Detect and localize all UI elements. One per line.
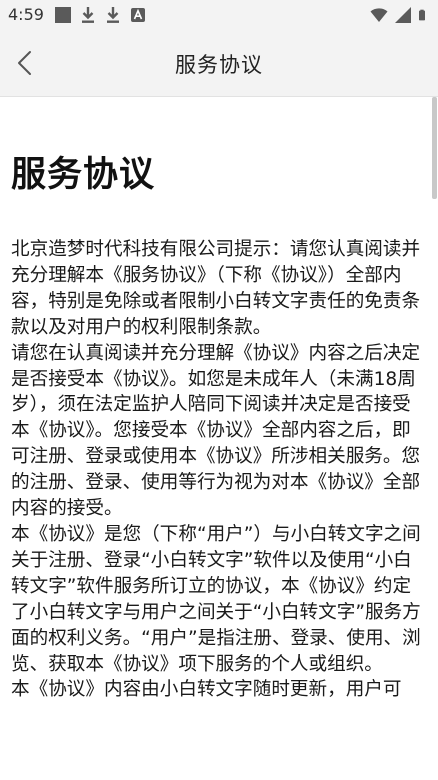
nav-bar: 服务协议 — [0, 30, 438, 97]
download-icon — [82, 7, 94, 23]
signal-icon — [395, 7, 411, 23]
stop-square-icon — [55, 7, 71, 23]
page-title: 服务协议 — [175, 53, 263, 77]
paragraph: 北京造梦时代科技有限公司提示：请您认真阅读并充分理解本《服务协议》（下称《协议》… — [11, 239, 421, 338]
document-heading: 服务协议 — [11, 155, 156, 195]
battery-icon — [419, 9, 425, 21]
scroll-thumb[interactable] — [432, 97, 437, 199]
paragraph: 本《协议》是您（下称“用户”）与小白转文字之间关于注册、登录“小白转文字”软件以… — [11, 523, 421, 675]
status-bar: 4:59 — [0, 0, 438, 30]
status-time: 4:59 — [8, 5, 44, 24]
paragraph: 本《协议》内容由小白转文字随时更新，用户可 — [11, 679, 402, 701]
app-a-icon — [131, 8, 145, 22]
system-icons — [370, 6, 430, 24]
document-body: 北京造梦时代科技有限公司提示：请您认真阅读并充分理解本《服务协议》（下称《协议》… — [11, 237, 423, 703]
notification-icons — [54, 6, 147, 24]
scrollbar[interactable] — [432, 97, 438, 780]
wifi-icon — [370, 8, 388, 22]
paragraph: 请您在认真阅读并充分理解《协议》内容之后决定是否接受本《协议》。如您是未成年人（… — [11, 342, 421, 520]
agreement-content[interactable]: 服务协议 北京造梦时代科技有限公司提示：请您认真阅读并充分理解本《服务协议》（下… — [0, 97, 438, 780]
download-icon — [107, 7, 119, 23]
